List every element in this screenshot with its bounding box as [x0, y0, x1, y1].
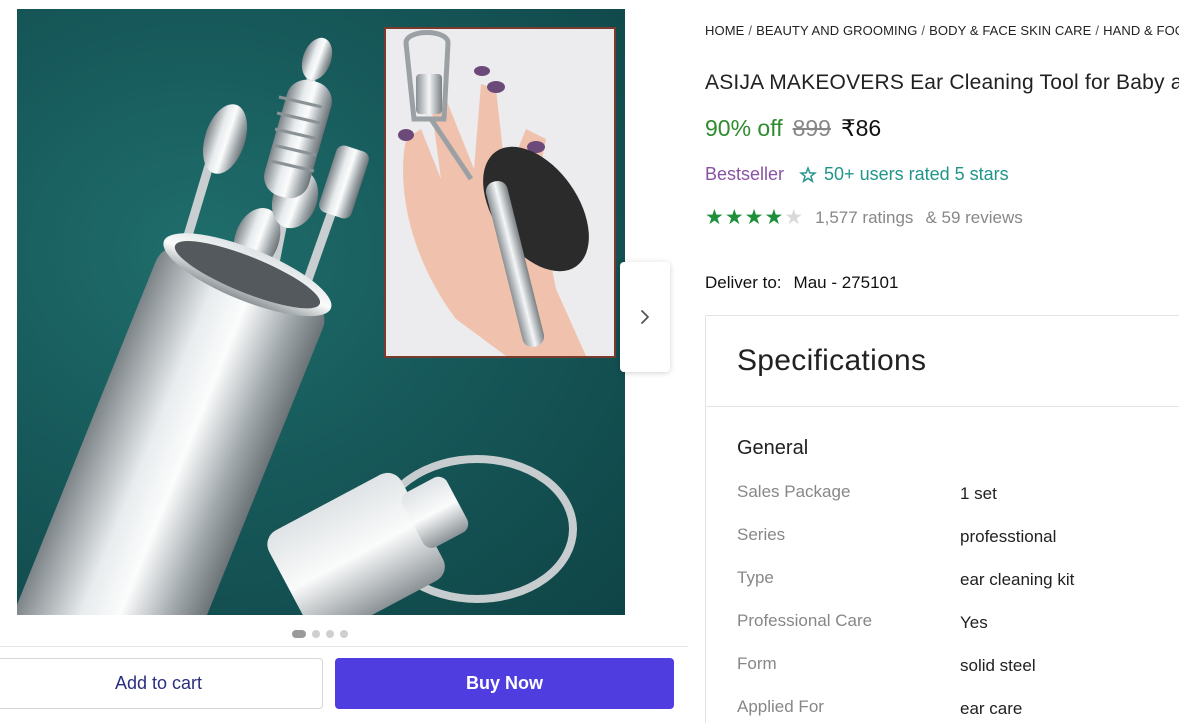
star-filled-icon: ★	[705, 206, 724, 229]
delivery-location[interactable]: Deliver to: Mau - 275101	[705, 273, 898, 293]
carousel-dot[interactable]	[340, 630, 348, 638]
spec-value: ear care	[960, 699, 1023, 718]
reviews-count: & 59 reviews	[925, 207, 1023, 227]
spec-group-title: General	[737, 437, 809, 459]
breadcrumb-item-beauty[interactable]: BEAUTY AND GROOMING	[756, 23, 917, 38]
carousel-dot[interactable]	[292, 630, 306, 638]
product-title: ASIJA MAKEOVERS Ear Cleaning Tool for Ba…	[705, 71, 1179, 94]
spec-value: 1 set	[960, 484, 997, 503]
star-badge-icon	[799, 165, 818, 183]
price-row: 90% off 899 ₹86	[705, 115, 881, 142]
ratings-count: 1,577 ratings	[815, 207, 914, 227]
buy-now-button[interactable]: Buy Now	[335, 658, 674, 709]
specifications-header: Specifications	[706, 316, 1179, 407]
discount-percent: 90% off	[705, 115, 783, 141]
bestseller-badge: Bestseller	[705, 164, 785, 184]
delivery-pincode: Mau - 275101	[793, 273, 899, 292]
breadcrumb-item-skin-care[interactable]: BODY & FACE SKIN CARE	[929, 23, 1091, 38]
spec-value: solid steel	[960, 656, 1036, 675]
add-to-cart-button[interactable]: Add to cart	[0, 658, 323, 709]
carousel-dots	[292, 630, 348, 638]
breadcrumb-separator: /	[1095, 23, 1100, 38]
star-empty-icon: ★	[784, 206, 804, 229]
original-price: 899	[792, 115, 831, 141]
product-details: HOME / BEAUTY AND GROOMING / BODY & FACE SKI…	[705, 0, 1179, 723]
star-filled-icon: ★	[764, 206, 784, 229]
breadcrumb-item-home[interactable]: HOME	[705, 23, 744, 38]
badge-row: Bestseller 50+ users rated 5 stars	[705, 164, 1009, 185]
carousel-dot[interactable]	[326, 630, 334, 638]
selling-price: ₹86	[840, 115, 882, 141]
specifications-title: Specifications	[737, 344, 927, 377]
product-inset-image	[384, 27, 616, 358]
breadcrumb-separator: /	[921, 23, 926, 38]
spec-label: Type	[737, 568, 774, 587]
carousel-dot[interactable]	[312, 630, 320, 638]
spec-label: Professional Care	[737, 611, 873, 630]
spec-value: ear cleaning kit	[960, 570, 1075, 589]
keychain-hand-illustration	[398, 30, 589, 356]
users-rated-text: 50+ users rated 5 stars	[824, 164, 1009, 184]
rating-row[interactable]: ★ ★ ★ ★ ★ 1,577 ratings & 59 reviews	[705, 207, 1023, 228]
specifications-card: Specifications General Sales Package 1 s…	[705, 315, 1179, 723]
deliver-to-label: Deliver to:	[705, 273, 782, 292]
spec-label: Form	[737, 654, 777, 673]
star-filled-icon: ★	[724, 206, 744, 229]
star-filled-icon: ★	[744, 206, 764, 229]
breadcrumb: HOME / BEAUTY AND GROOMING / BODY & FACE SKI…	[705, 23, 1179, 38]
carousel-next-button[interactable]	[620, 262, 670, 372]
spec-label: Sales Package	[737, 482, 851, 501]
users-rated-badge: 50+ users rated 5 stars	[798, 164, 1009, 185]
action-bar: Add to cart Buy Now	[0, 646, 688, 723]
spec-value: professtional	[960, 527, 1057, 546]
spec-value: Yes	[960, 613, 988, 632]
breadcrumb-item-hand-foot[interactable]: HAND & FOOT CARE	[1103, 23, 1179, 38]
spec-label: Series	[737, 525, 786, 544]
star-rating: ★ ★ ★ ★ ★	[705, 207, 803, 228]
spec-label: Applied For	[737, 697, 824, 716]
chevron-right-icon	[641, 310, 649, 324]
breadcrumb-separator: /	[748, 23, 753, 38]
